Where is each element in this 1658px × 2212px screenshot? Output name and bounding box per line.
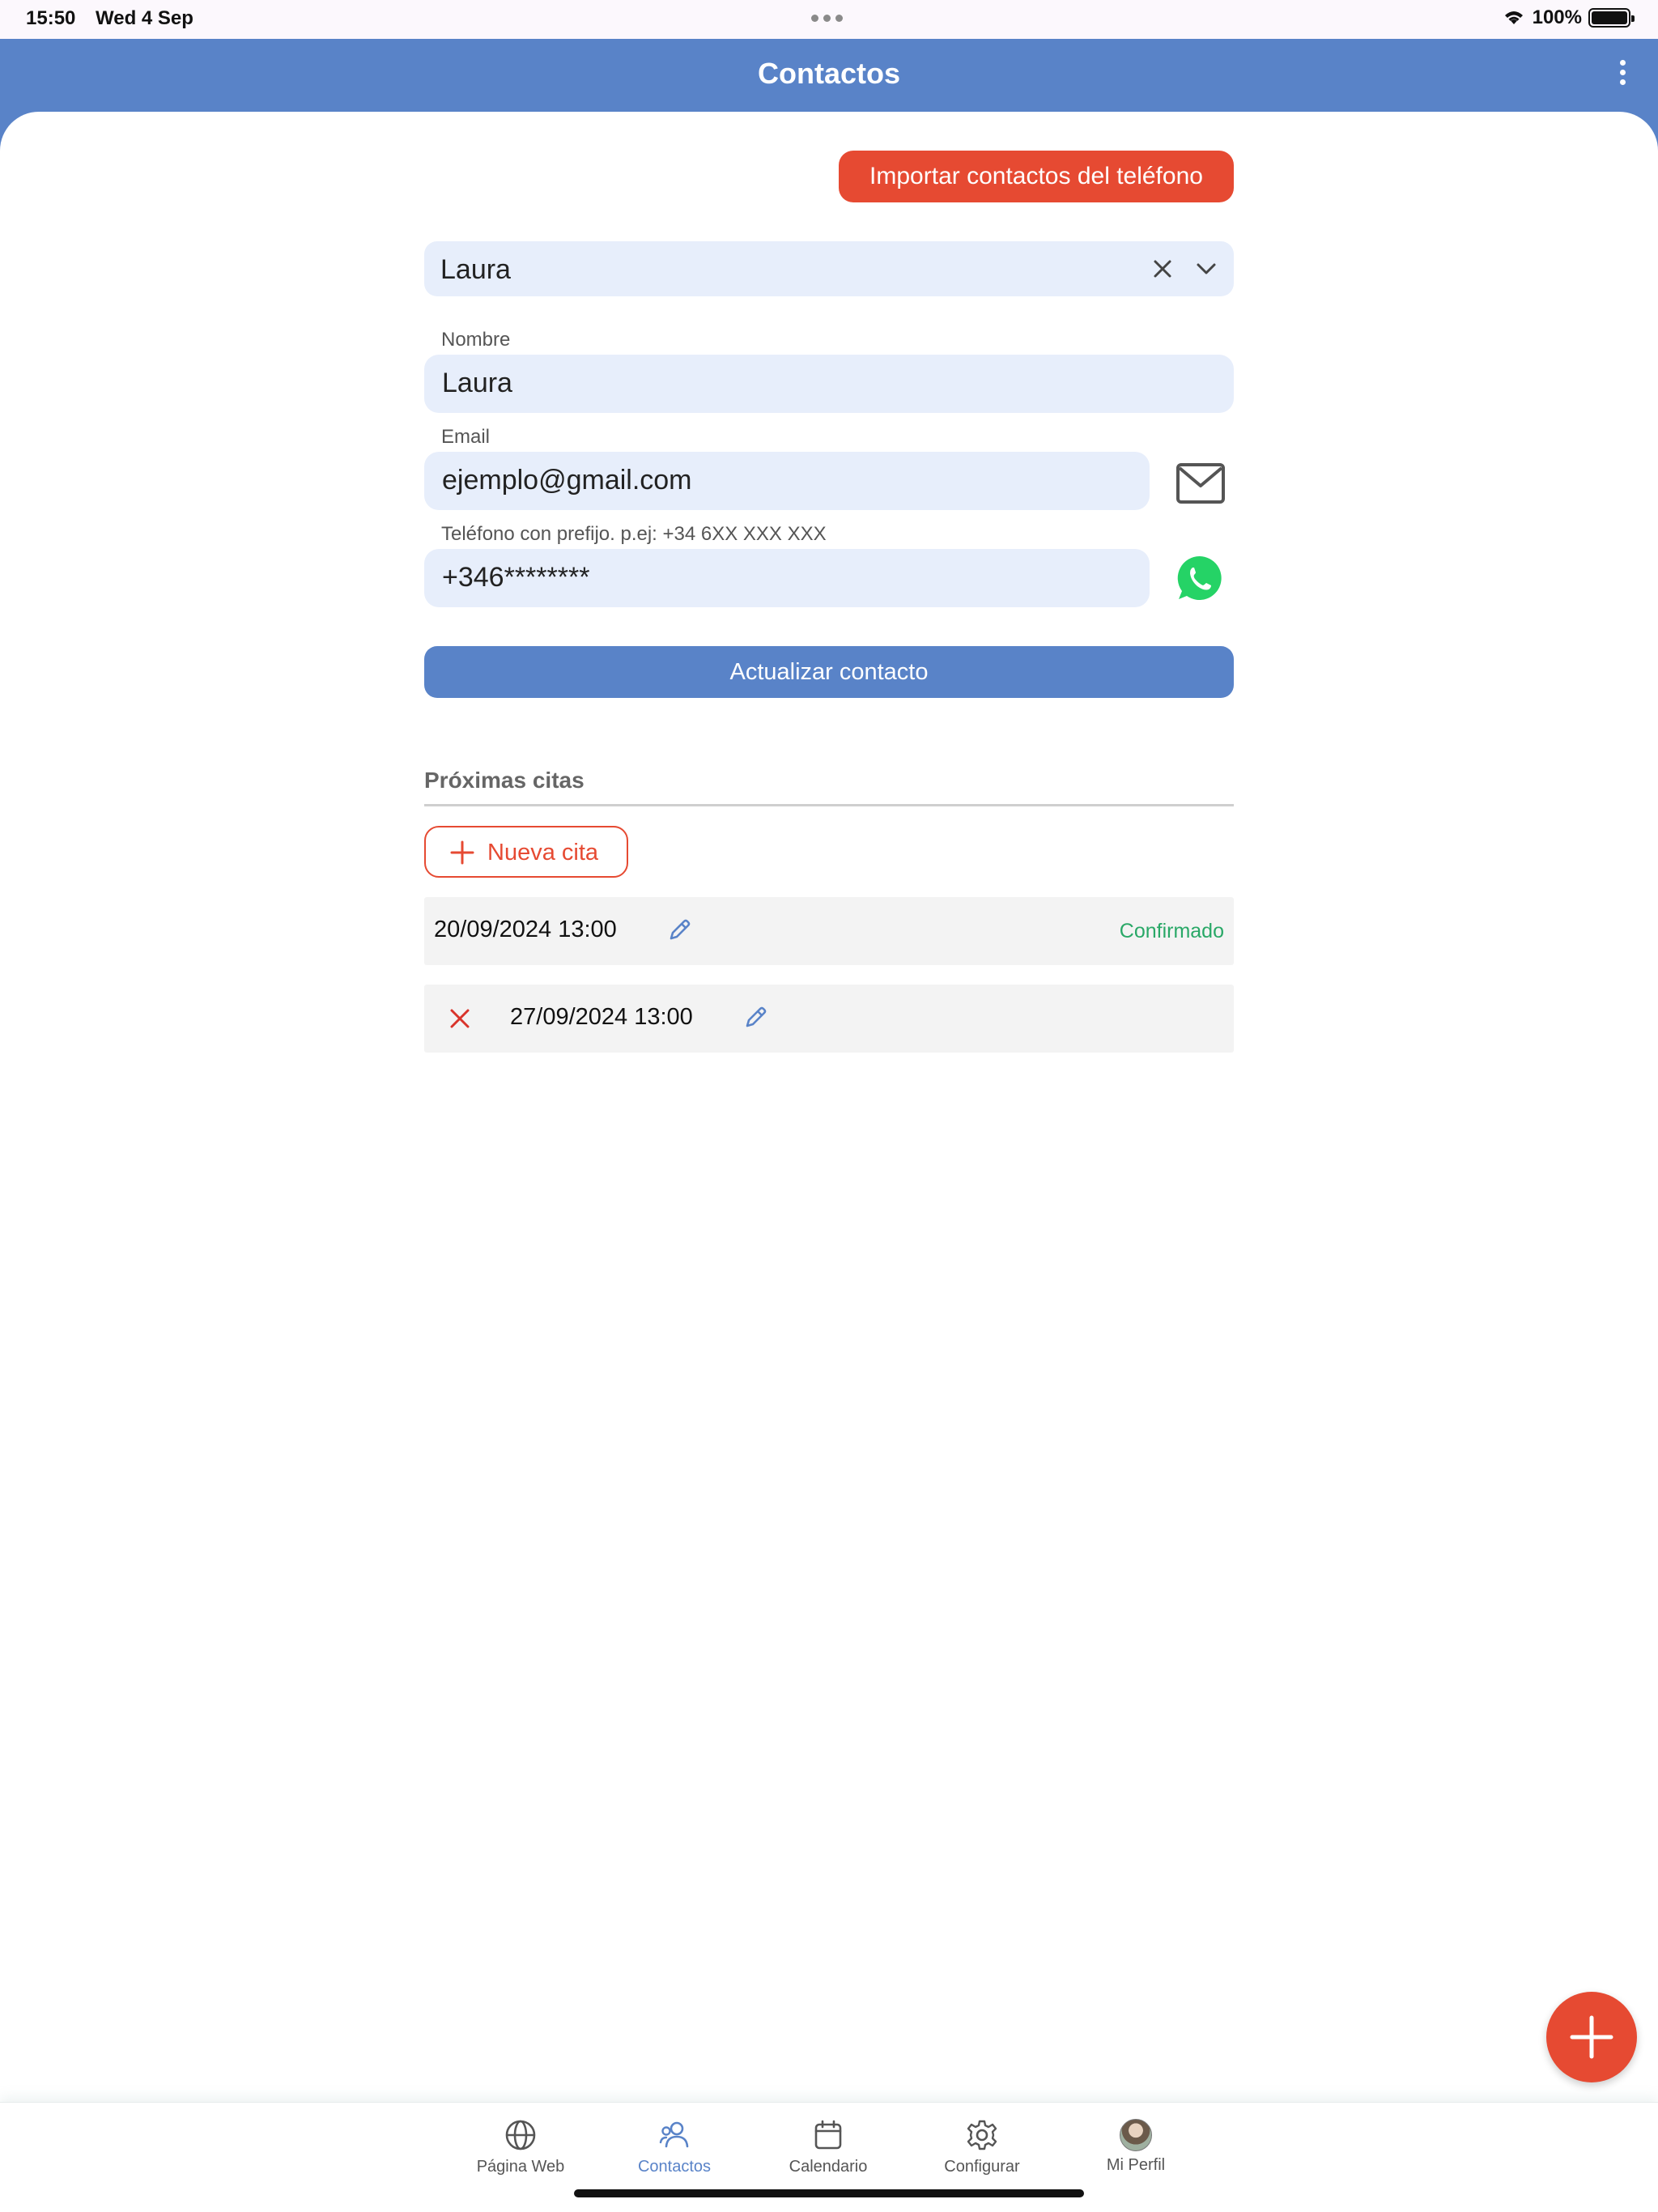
nav-item-calendario[interactable]: Calendario <box>751 2117 905 2176</box>
status-right: 100% <box>1502 6 1635 29</box>
email-value: ejemplo@gmail.com <box>442 465 692 496</box>
status-date: Wed 4 Sep <box>96 7 193 29</box>
phone-value: +346******** <box>442 562 590 593</box>
globe-icon <box>505 2120 536 2150</box>
nav-item-configurar[interactable]: Configurar <box>905 2117 1059 2176</box>
email-label: Email <box>441 426 491 448</box>
divider <box>424 804 1234 806</box>
calendar-icon <box>814 2120 842 2150</box>
new-appointment-button[interactable]: Nueva cita <box>424 826 628 878</box>
page-title: Contactos <box>757 57 900 90</box>
update-contact-button[interactable]: Actualizar contacto <box>424 646 1234 698</box>
contact-select[interactable]: Laura <box>424 241 1234 296</box>
more-options-icon[interactable] <box>1618 60 1627 92</box>
chevron-down-icon[interactable] <box>1193 256 1219 282</box>
nav-item-contactos[interactable]: Contactos <box>597 2117 751 2176</box>
battery-percent: 100% <box>1532 6 1582 28</box>
cancel-icon[interactable] <box>447 1006 473 1032</box>
clear-icon[interactable] <box>1150 256 1175 282</box>
name-field[interactable]: Laura <box>424 355 1234 413</box>
wifi-icon <box>1504 11 1523 24</box>
phone-field[interactable]: +346******** <box>424 549 1150 607</box>
nav-label: Página Web <box>476 2158 565 2176</box>
name-value: Laura <box>442 368 512 398</box>
battery-icon <box>1588 8 1635 28</box>
appointment-date: 20/09/2024 13:00 <box>434 917 617 942</box>
pencil-icon[interactable] <box>742 1004 769 1032</box>
name-label: Nombre <box>441 329 511 351</box>
gear-icon <box>967 2120 997 2150</box>
contact-select-value: Laura <box>440 254 511 285</box>
email-field[interactable]: ejemplo@gmail.com <box>424 452 1150 510</box>
section-title: Próximas citas <box>424 768 585 793</box>
nav-item-mi-perfil[interactable]: Mi Perfil <box>1059 2117 1213 2176</box>
nav-label: Contactos <box>637 2158 712 2176</box>
phone-label: Teléfono con prefijo. p.ej: +34 6XX XXX … <box>441 523 827 545</box>
plus-icon <box>450 840 474 865</box>
plus-icon <box>1570 2015 1613 2059</box>
status-bar: 15:50 Wed 4 Sep 100% <box>0 0 1658 39</box>
contacts-icon <box>659 2121 689 2148</box>
import-contacts-button[interactable]: Importar contactos del teléfono <box>839 151 1234 202</box>
nav-label: Calendario <box>789 2158 868 2176</box>
appointment-date: 27/09/2024 13:00 <box>510 1004 693 1030</box>
add-fab-button[interactable] <box>1546 1992 1637 2082</box>
avatar <box>1120 2119 1152 2151</box>
appointment-row[interactable]: 20/09/2024 13:00 Confirmado <box>424 897 1234 965</box>
pencil-icon[interactable] <box>665 917 693 944</box>
multitasking-dots-icon[interactable] <box>811 8 843 22</box>
new-appointment-label: Nueva cita <box>487 840 599 866</box>
status-time: 15:50 <box>26 7 76 29</box>
nav-label: Configurar <box>944 2158 1020 2176</box>
nav-label: Mi Perfil <box>1106 2156 1166 2174</box>
status-badge: Confirmado <box>1119 920 1224 942</box>
whatsapp-icon[interactable] <box>1175 554 1224 602</box>
mail-icon[interactable] <box>1175 460 1226 507</box>
nav-item-pagina-web[interactable]: Página Web <box>444 2117 597 2176</box>
appointment-row[interactable]: 27/09/2024 13:00 <box>424 985 1234 1053</box>
home-indicator <box>574 2189 1084 2197</box>
